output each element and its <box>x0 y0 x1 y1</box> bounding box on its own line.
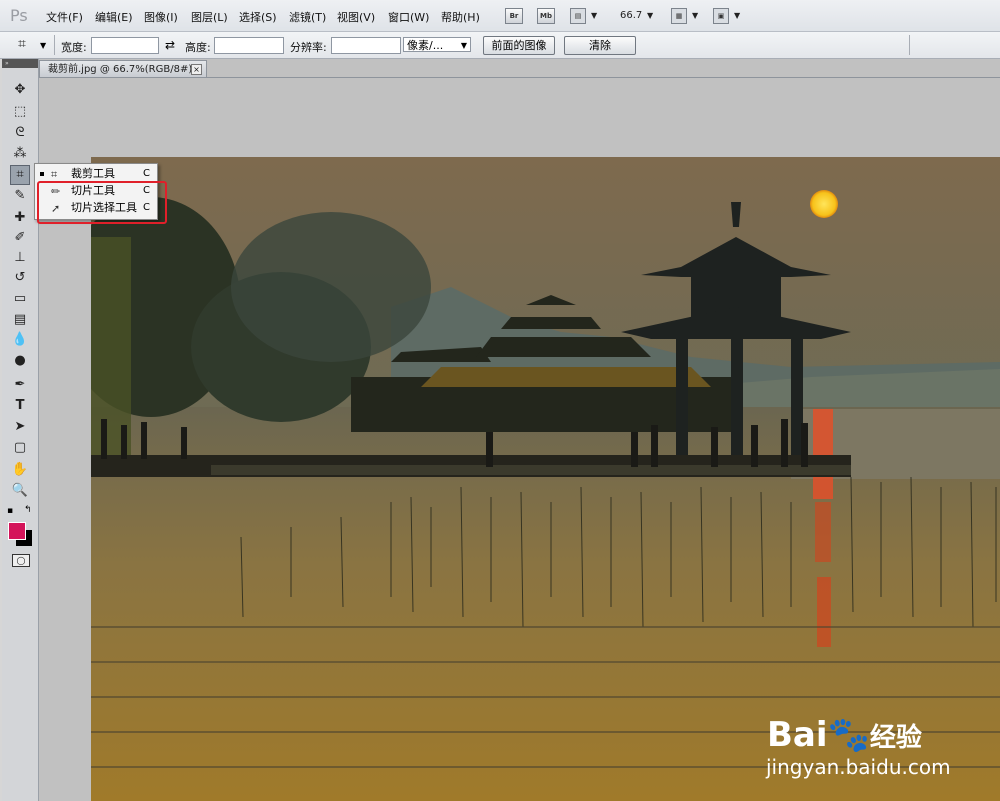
selected-bullet-icon <box>40 172 44 176</box>
stamp-tool-icon[interactable]: ⊥ <box>11 249 29 267</box>
menu-view[interactable]: 视图(V) <box>337 9 375 25</box>
watermark-brand: Bai🐾经验 <box>767 715 922 755</box>
panel-collapse-icon[interactable]: » <box>2 59 38 68</box>
healing-brush-tool-icon[interactable]: ✚ <box>11 209 29 227</box>
resolution-unit-select[interactable]: 像素/... ▼ <box>403 37 471 52</box>
document-image[interactable]: Bai🐾经验 jingyan.baidu.com <box>91 157 1000 801</box>
separator <box>909 35 910 55</box>
highlight-annotation-box <box>37 181 167 224</box>
swap-colors-icon[interactable]: ↰ <box>24 505 32 515</box>
document-tab[interactable]: 裁剪前.jpg @ 66.7%(RGB/8#) × <box>39 60 207 77</box>
tool-preset-dropdown-icon[interactable]: ▼ <box>40 41 46 50</box>
menu-layer[interactable]: 图层(L) <box>191 9 228 25</box>
watermark-url: jingyan.baidu.com <box>766 755 951 779</box>
resolution-unit-value: 像素/... <box>407 39 444 52</box>
resolution-label: 分辨率: <box>290 41 327 54</box>
separator <box>54 35 55 55</box>
menu-bar: Ps 文件(F) 编辑(E) 图像(I) 图层(L) 选择(S) 滤镜(T) 视… <box>0 0 1000 32</box>
eraser-tool-icon[interactable]: ▭ <box>11 290 29 308</box>
zoom-level[interactable]: 66.7 <box>620 10 642 21</box>
menu-image[interactable]: 图像(I) <box>144 9 178 25</box>
quick-mask-icon[interactable]: ◯ <box>12 554 30 567</box>
screen-mode-icon[interactable]: ▣ <box>713 8 729 24</box>
photoshop-logo: Ps <box>10 6 28 25</box>
hand-tool-icon[interactable]: ✋ <box>11 461 29 479</box>
clear-button[interactable]: 清除 <box>564 36 636 55</box>
resolution-field[interactable] <box>331 37 401 54</box>
lake-pavilion-photo <box>91 157 1000 801</box>
type-tool-icon[interactable]: T <box>11 397 29 415</box>
brush-tool-icon[interactable]: ✐ <box>11 229 29 247</box>
front-image-button[interactable]: 前面的图像 <box>483 36 555 55</box>
shape-tool-icon[interactable]: ▢ <box>11 439 29 457</box>
menu-edit[interactable]: 编辑(E) <box>95 9 133 25</box>
crop-tool-icon[interactable]: ⌗ <box>10 165 30 185</box>
swap-dimensions-icon[interactable]: ⇄ <box>165 38 175 52</box>
flyout-item-shortcut: C <box>143 168 150 179</box>
minibridge-button[interactable]: Mb <box>537 8 555 24</box>
blur-tool-icon[interactable]: 💧 <box>11 331 29 349</box>
arrange-documents-icon[interactable]: ▦ <box>671 8 687 24</box>
chevron-down-icon: ▼ <box>460 41 467 50</box>
foreground-color-swatch[interactable] <box>8 522 26 540</box>
history-brush-tool-icon[interactable]: ↺ <box>11 269 29 287</box>
default-colors-icon[interactable]: ▪ <box>7 506 13 516</box>
height-label: 高度: <box>185 41 211 54</box>
watermark-brand-text: Bai <box>767 715 828 755</box>
gradient-tool-icon[interactable]: ▤ <box>11 311 29 329</box>
zoom-tool-icon[interactable]: 🔍 <box>11 482 29 500</box>
menu-window[interactable]: 窗口(W) <box>388 9 429 25</box>
watermark-brand-cn: 经验 <box>869 723 922 753</box>
flyout-item-crop[interactable]: ⌗ 裁剪工具 C <box>35 165 157 182</box>
crop-tool-preset-icon[interactable]: ⌗ <box>18 36 26 52</box>
eyedropper-tool-icon[interactable]: ✎ <box>11 187 29 205</box>
tab-divider <box>39 77 1000 78</box>
document-tab-title: 裁剪前.jpg @ 66.7%(RGB/8#) <box>48 64 193 75</box>
dodge-tool-icon[interactable]: ● <box>11 352 29 370</box>
bridge-button[interactable]: Br <box>505 8 523 24</box>
options-bar: ⌗ ▼ 宽度: ⇄ 高度: 分辨率: 像素/... ▼ 前面的图像 清除 <box>0 32 1000 59</box>
marquee-tool-icon[interactable]: ⬚ <box>11 103 29 121</box>
move-tool-icon[interactable]: ✥ <box>11 81 29 99</box>
screen-mode-dropdown-icon[interactable]: ▼ <box>734 11 740 20</box>
height-field[interactable] <box>214 37 284 54</box>
menu-select[interactable]: 选择(S) <box>239 9 277 25</box>
paw-icon: 🐾 <box>827 715 870 755</box>
menu-file[interactable]: 文件(F) <box>46 9 83 25</box>
width-field[interactable] <box>91 37 159 54</box>
extras-dropdown-icon[interactable]: ▼ <box>591 11 597 20</box>
zoom-dropdown-icon[interactable]: ▼ <box>647 11 653 20</box>
arrange-dropdown-icon[interactable]: ▼ <box>692 11 698 20</box>
path-selection-tool-icon[interactable]: ➤ <box>11 418 29 436</box>
width-label: 宽度: <box>61 41 87 54</box>
pen-tool-icon[interactable]: ✒ <box>11 376 29 394</box>
extras-icon[interactable]: ▤ <box>570 8 586 24</box>
close-icon[interactable]: × <box>191 64 202 75</box>
magic-wand-tool-icon[interactable]: ⁂ <box>11 145 29 163</box>
menu-filter[interactable]: 滤镜(T) <box>289 9 326 25</box>
lasso-tool-icon[interactable]: ᘓ <box>11 124 29 142</box>
flyout-item-label: 裁剪工具 <box>71 167 115 180</box>
menu-help[interactable]: 帮助(H) <box>441 9 480 25</box>
